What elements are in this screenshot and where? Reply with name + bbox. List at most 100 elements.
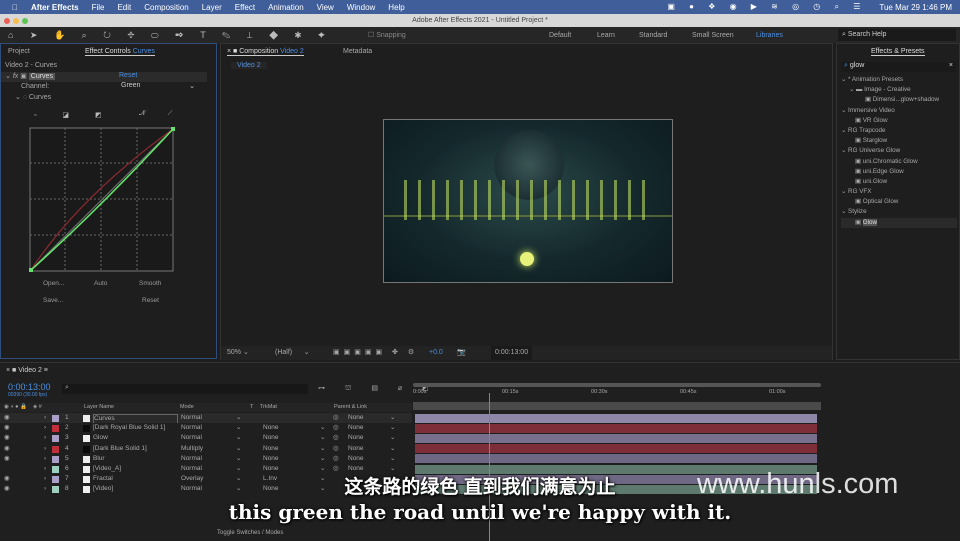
label-color-swatch[interactable]	[52, 445, 59, 453]
zoom-dropdown[interactable]: 50% ⌄	[227, 346, 249, 360]
effects-tree-item[interactable]: ▣ uni.Glow	[841, 177, 957, 187]
curve-tool-icons[interactable]: ▫ ◪ ◩	[34, 111, 114, 119]
close-window-button[interactable]	[4, 18, 10, 24]
snapshot-icon[interactable]: 📷	[457, 346, 466, 360]
menu-animation[interactable]: Animation	[268, 3, 304, 12]
effects-tree-item[interactable]: ▣ VR Glow	[841, 116, 957, 126]
parent-pickwhip-icon[interactable]: ◎	[333, 423, 339, 433]
trkmat-dropdown[interactable]: None	[263, 454, 279, 464]
layer-mode-dropdown[interactable]: Normal	[181, 433, 243, 443]
layer-row[interactable]: ◉ › 1 Curves Normal ⌄ ◎ None ⌄	[0, 413, 412, 424]
label-color-swatch[interactable]	[52, 415, 59, 422]
layer-search-input[interactable]: ⌕	[62, 384, 308, 394]
visibility-eye-icon[interactable]: ◉	[4, 423, 10, 433]
curves-auto-button[interactable]: Auto	[94, 280, 107, 287]
layer-row[interactable]: ◉ › 3 Glow Normal ⌄ None ⌄ ◎ None ⌄	[0, 433, 412, 444]
channel-dropdown[interactable]: Green ⌄	[121, 82, 195, 90]
curves-save-button[interactable]: Save...	[43, 297, 63, 304]
curves-property[interactable]: ⌄ ◌ Curves	[15, 93, 51, 101]
trkmat-dropdown[interactable]: None	[263, 444, 279, 454]
comp-viewer-frame[interactable]	[383, 119, 673, 283]
effects-tree-item[interactable]: ▣ Optical Glow	[841, 197, 957, 207]
effects-tree-item[interactable]: ⌄ RG VFX	[841, 187, 957, 197]
layer-name[interactable]: Blur	[93, 454, 105, 464]
trkmat-dropdown[interactable]: None	[263, 423, 279, 433]
expand-chevron-icon[interactable]: ›	[44, 433, 46, 443]
parent-pickwhip-icon[interactable]: ◎	[333, 413, 339, 423]
tab-timeline[interactable]: × ■ Video 2 ≡	[6, 367, 48, 374]
workspace-default[interactable]: Default	[549, 32, 571, 39]
expand-chevron-icon[interactable]: ›	[44, 444, 46, 454]
effect-row[interactable]: ⌄ fx ▣ Curves Reset	[1, 72, 207, 82]
time-ruler[interactable]: 0:00s 00:15s 00:30s 00:45s 01:00s	[413, 389, 821, 399]
resolution-dropdown[interactable]: (Half) ⌄	[275, 346, 310, 360]
zoom-window-button[interactable]	[22, 18, 28, 24]
menu-file[interactable]: File	[92, 3, 105, 12]
layer-duration-bar[interactable]	[415, 423, 817, 433]
workspace-small-screen[interactable]: Small Screen	[692, 32, 734, 39]
curves-graph[interactable]	[29, 127, 175, 273]
parent-dropdown[interactable]: None	[348, 413, 364, 423]
parent-pickwhip-icon[interactable]: ◎	[333, 444, 339, 454]
curves-smooth-button[interactable]: Smooth	[139, 280, 161, 287]
visibility-eye-icon[interactable]: ◉	[4, 413, 10, 423]
layer-duration-bar[interactable]	[415, 454, 817, 464]
viewer-option-icons[interactable]: ▣▣▣▣▣ ✤ ⚙	[333, 346, 418, 360]
tab-effect-controls[interactable]: Effect Controls Curves	[85, 48, 155, 56]
menu-effect[interactable]: Effect	[235, 3, 255, 12]
parent-dropdown[interactable]: None	[348, 454, 364, 464]
work-area-bar[interactable]	[413, 383, 821, 387]
tab-composition[interactable]: × ■ Composition Video 2	[227, 48, 304, 56]
tab-project[interactable]: Project	[8, 48, 30, 55]
parent-pickwhip-icon[interactable]: ◎	[333, 454, 339, 464]
work-area[interactable]	[413, 402, 821, 410]
layer-row[interactable]: ◉ › 4 [Dark Blue Solid 1] Multiply ⌄ None ⌄ ◎ Non…	[0, 443, 412, 454]
layer-mode-dropdown[interactable]: Normal	[181, 454, 243, 464]
layer-mode-dropdown[interactable]: Normal	[181, 423, 243, 433]
exposure-value[interactable]: +0.0	[429, 346, 443, 360]
label-color-swatch[interactable]	[52, 425, 59, 433]
expand-chevron-icon[interactable]: ›	[44, 454, 46, 464]
effects-tree-item[interactable]: ▣ Dimensi...glow+shadow	[841, 95, 957, 105]
visibility-eye-icon[interactable]: ◉	[4, 433, 10, 443]
layer-mode-dropdown[interactable]: Normal	[181, 413, 243, 423]
workspace-libraries[interactable]: Libraries	[756, 32, 783, 39]
effects-tree-item[interactable]: ⌄ Immersive Video	[841, 106, 957, 116]
tab-metadata[interactable]: Metadata	[343, 48, 372, 55]
layer-name[interactable]: Glow	[93, 433, 108, 443]
layer-mode-dropdown[interactable]: Multiply	[181, 444, 243, 454]
layer-duration-bar[interactable]	[415, 444, 817, 454]
effect-reset-link[interactable]: Reset	[119, 72, 137, 79]
curves-reset-button[interactable]: Reset	[142, 297, 159, 304]
timeline-timecode[interactable]: 0:00:13:00	[8, 382, 51, 392]
effects-tree-item[interactable]: ⌄ * Animation Presets	[841, 75, 957, 85]
effects-search-input[interactable]: ⌕ glow ×	[841, 62, 956, 72]
menu-edit[interactable]: Edit	[117, 3, 131, 12]
curves-open-button[interactable]: Open...	[43, 280, 64, 287]
menu-window[interactable]: Window	[347, 3, 375, 12]
visibility-eye-icon[interactable]: ◉	[4, 444, 10, 454]
snapping-checkbox[interactable]: ☐ Snapping	[368, 31, 406, 39]
viewer-timecode[interactable]: 0:00:13:00	[491, 346, 533, 360]
menu-view[interactable]: View	[317, 3, 334, 12]
workspace-standard[interactable]: Standard	[639, 32, 667, 39]
menu-composition[interactable]: Composition	[144, 3, 188, 12]
layer-name[interactable]: [Dark Royal Blue Solid 1]	[93, 423, 165, 433]
apple-icon[interactable]: 	[12, 3, 18, 12]
effects-tree-item[interactable]: ⌄ RG Universe Glow	[841, 146, 957, 156]
visibility-eye-icon[interactable]: ◉	[4, 454, 10, 464]
trkmat-dropdown[interactable]: None	[263, 433, 279, 443]
parent-dropdown[interactable]: None	[348, 433, 364, 443]
label-color-swatch[interactable]	[52, 455, 59, 463]
expand-chevron-icon[interactable]: ›	[44, 423, 46, 433]
expand-chevron-icon[interactable]: ›	[44, 413, 46, 423]
effects-tree-item[interactable]: ⌄ Stylize	[841, 207, 957, 217]
effects-tree-item[interactable]: ⌄ RG Trapcode	[841, 126, 957, 136]
effects-tree-item[interactable]: ▣ Starglow	[841, 136, 957, 146]
parent-dropdown[interactable]: None	[348, 444, 364, 454]
effects-tree-item[interactable]: ▣ Glow	[841, 217, 957, 228]
tab-effects-presets[interactable]: Effects & Presets	[871, 48, 925, 56]
layer-row[interactable]: ◉ › 5 Blur Normal ⌄ None ⌄ ◎ None ⌄	[0, 453, 412, 464]
toggle-switches-modes[interactable]: Toggle Switches / Modes	[217, 530, 283, 536]
layer-duration-bar[interactable]	[415, 433, 817, 443]
